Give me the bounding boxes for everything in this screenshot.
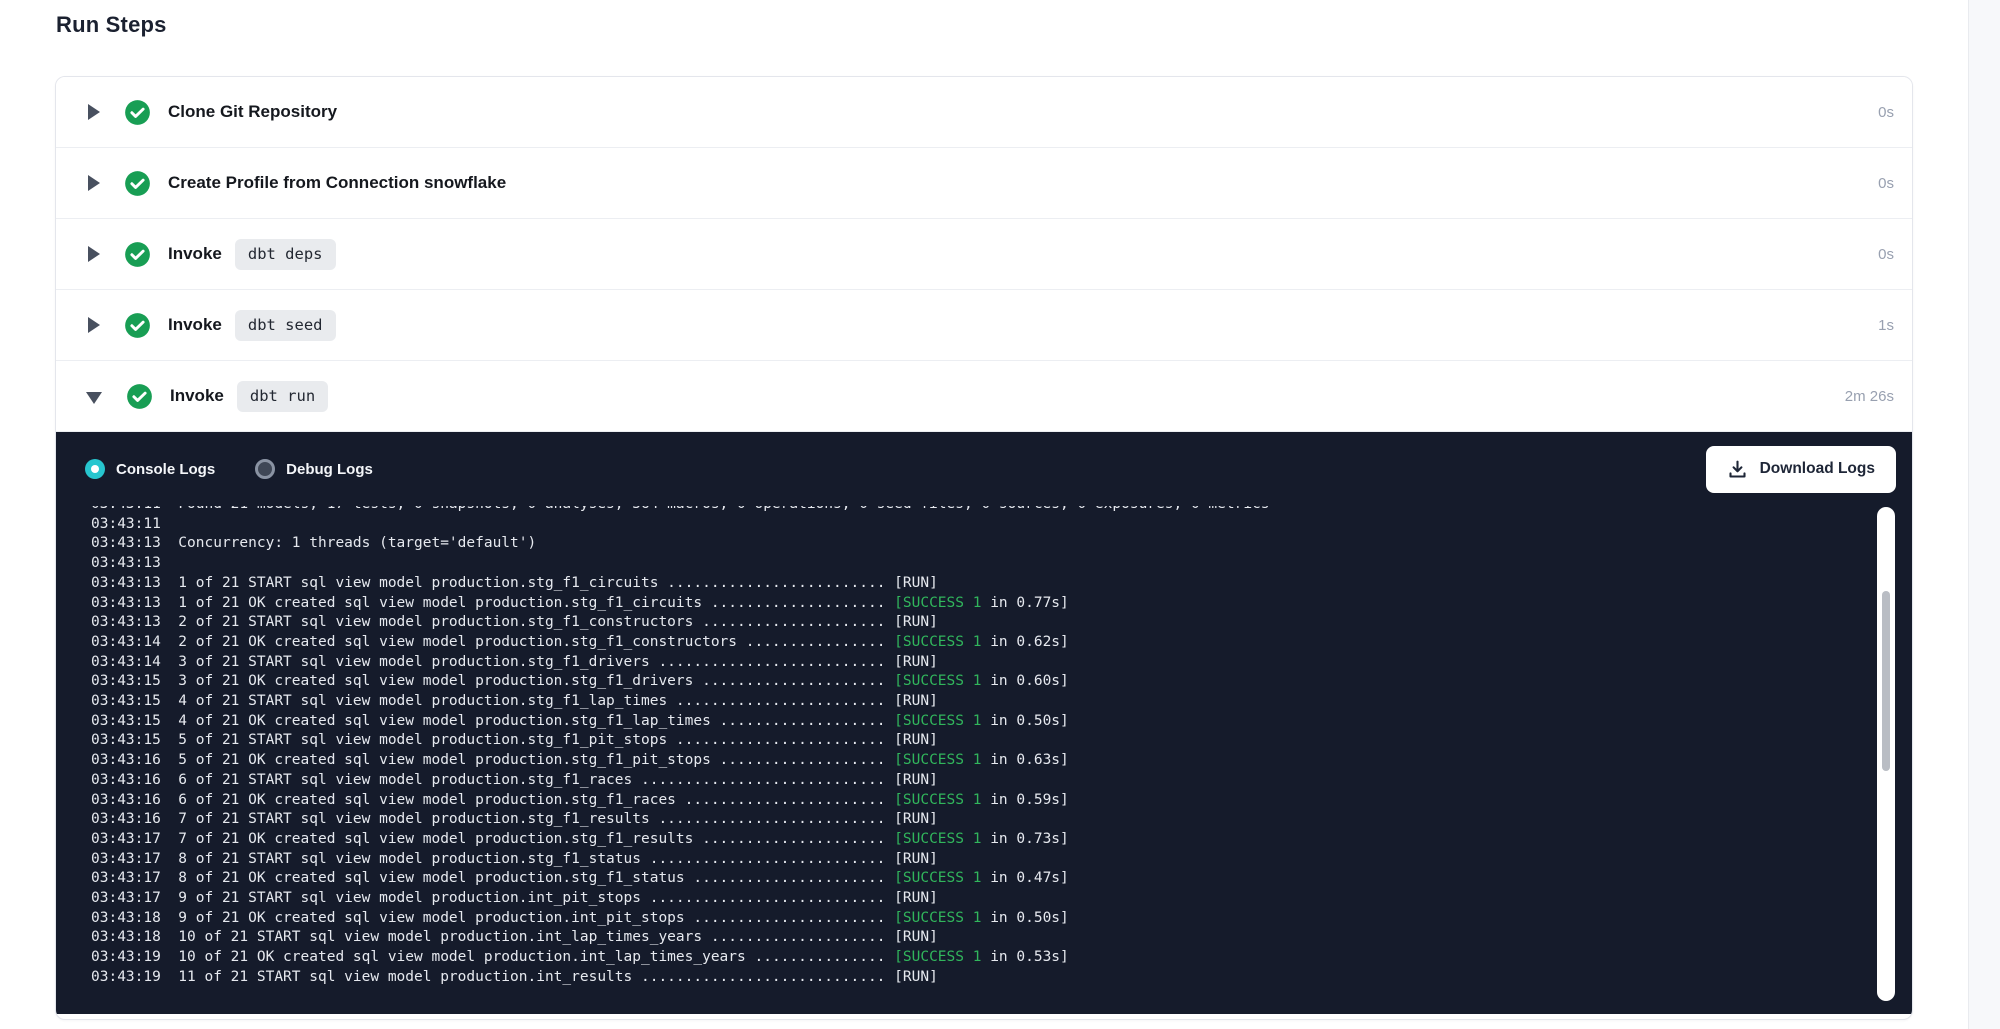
caret-right-icon[interactable] [88, 104, 100, 120]
step-label: Clone Git Repository [168, 102, 337, 122]
log-line: 03:43:14 3 of 21 START sql view model pr… [91, 653, 1912, 673]
log-line: 03:43:18 9 of 21 OK created sql view mod… [91, 909, 1912, 929]
log-status-success: [SUCCESS 1 [894, 910, 981, 926]
log-tab-label: Debug Logs [286, 461, 373, 478]
log-line: 03:43:14 2 of 21 OK created sql view mod… [91, 633, 1912, 653]
log-line: 03:43:17 8 of 21 OK created sql view mod… [91, 869, 1912, 889]
step-label: Create Profile from Connection snowflake [168, 173, 506, 193]
log-line: 03:43:15 3 of 21 OK created sql view mod… [91, 672, 1912, 692]
step-duration: 0s [1878, 175, 1894, 192]
log-scrollbar-thumb[interactable] [1882, 591, 1890, 771]
page-title: Run Steps [56, 12, 167, 38]
step-command-badge: dbt deps [235, 239, 336, 270]
caret-right-icon[interactable] [88, 175, 100, 191]
log-line: 03:43:16 6 of 21 START sql view model pr… [91, 771, 1912, 791]
log-line: 03:43:11 [91, 515, 1912, 535]
right-gutter [1968, 0, 2000, 1029]
log-line: 03:43:19 10 of 21 OK created sql view mo… [91, 948, 1912, 968]
log-status-success: [SUCCESS 1 [894, 831, 981, 847]
log-scrollbar-track[interactable] [1877, 507, 1895, 1001]
run-steps-card: Clone Git Repository0sCreate Profile fro… [55, 76, 1913, 1020]
log-line: 03:43:13 Concurrency: 1 threads (target=… [91, 534, 1912, 554]
log-line: 03:43:17 9 of 21 START sql view model pr… [91, 889, 1912, 909]
run-steps-page: Run Steps Clone Git Repository0sCreate P… [0, 0, 2000, 1029]
log-status-success: [SUCCESS 1 [894, 949, 981, 965]
radio-unselected-icon[interactable] [255, 459, 275, 479]
log-line: 03:43:15 5 of 21 START sql view model pr… [91, 731, 1912, 751]
log-line: 03:43:16 6 of 21 OK created sql view mod… [91, 791, 1912, 811]
run-step-row[interactable]: Clone Git Repository 0s [56, 77, 1912, 148]
step-label: Invoke [168, 244, 222, 264]
log-line: 03:43:17 7 of 21 OK created sql view mod… [91, 830, 1912, 850]
log-status-success: [SUCCESS 1 [894, 673, 981, 689]
check-circle-icon [124, 312, 151, 339]
console-logs-panel: Console Logs Debug Logs Download Logs 03:43… [56, 432, 1912, 1014]
step-command-badge: dbt seed [235, 310, 336, 341]
step-duration: 2m 26s [1845, 388, 1894, 405]
log-tab-label: Console Logs [116, 461, 215, 478]
log-status-success: [SUCCESS 1 [894, 792, 981, 808]
download-icon [1727, 459, 1748, 480]
log-status-success: [SUCCESS 1 [894, 634, 981, 650]
check-circle-icon [124, 99, 151, 126]
log-line: 03:43:13 [91, 554, 1912, 574]
log-status-success: [SUCCESS 1 [894, 870, 981, 886]
log-line: 03:43:11 Found 21 models, 17 tests, 0 sn… [91, 506, 1912, 515]
log-line: 03:43:16 5 of 21 OK created sql view mod… [91, 751, 1912, 771]
radio-selected-icon[interactable] [85, 459, 105, 479]
check-circle-icon [124, 241, 151, 268]
log-tab-debug[interactable]: Debug Logs [255, 459, 373, 479]
step-label: Invoke [168, 315, 222, 335]
run-step-row[interactable]: Invoke dbt deps 0s [56, 219, 1912, 290]
console-log-viewport: 03:43:11 Found 21 models, 17 tests, 0 sn… [91, 506, 1912, 1014]
log-status-success: [SUCCESS 1 [894, 713, 981, 729]
log-line: 03:43:19 11 of 21 START sql view model p… [91, 968, 1912, 988]
log-tab-console[interactable]: Console Logs [85, 459, 215, 479]
step-duration: 1s [1878, 317, 1894, 334]
log-line: 03:43:18 10 of 21 START sql view model p… [91, 928, 1912, 948]
download-logs-label: Download Logs [1760, 460, 1875, 478]
log-line: 03:43:16 7 of 21 START sql view model pr… [91, 810, 1912, 830]
download-logs-button[interactable]: Download Logs [1706, 446, 1896, 493]
step-label: Invoke [170, 386, 224, 406]
log-line: 03:43:17 8 of 21 START sql view model pr… [91, 850, 1912, 870]
run-step-row[interactable]: Invoke dbt seed 1s [56, 290, 1912, 361]
check-circle-icon [124, 170, 151, 197]
step-duration: 0s [1878, 246, 1894, 263]
log-line: 03:43:13 1 of 21 OK created sql view mod… [91, 594, 1912, 614]
caret-down-icon[interactable] [86, 392, 102, 404]
log-line: 03:43:13 2 of 21 START sql view model pr… [91, 613, 1912, 633]
log-status-success: [SUCCESS 1 [894, 595, 981, 611]
caret-right-icon[interactable] [88, 246, 100, 262]
caret-right-icon[interactable] [88, 317, 100, 333]
step-command-badge: dbt run [237, 381, 328, 412]
step-duration: 0s [1878, 104, 1894, 121]
console-header: Console Logs Debug Logs Download Logs [56, 432, 1912, 506]
log-line: 03:43:13 1 of 21 START sql view model pr… [91, 574, 1912, 594]
console-log: 03:43:11 Found 21 models, 17 tests, 0 sn… [91, 506, 1912, 988]
log-line: 03:43:15 4 of 21 OK created sql view mod… [91, 712, 1912, 732]
run-step-row[interactable]: Create Profile from Connection snowflake… [56, 148, 1912, 219]
run-step-row[interactable]: Invoke dbt run 2m 26s [56, 361, 1912, 432]
log-status-success: [SUCCESS 1 [894, 752, 981, 768]
log-line: 03:43:15 4 of 21 START sql view model pr… [91, 692, 1912, 712]
check-circle-icon [126, 383, 153, 410]
